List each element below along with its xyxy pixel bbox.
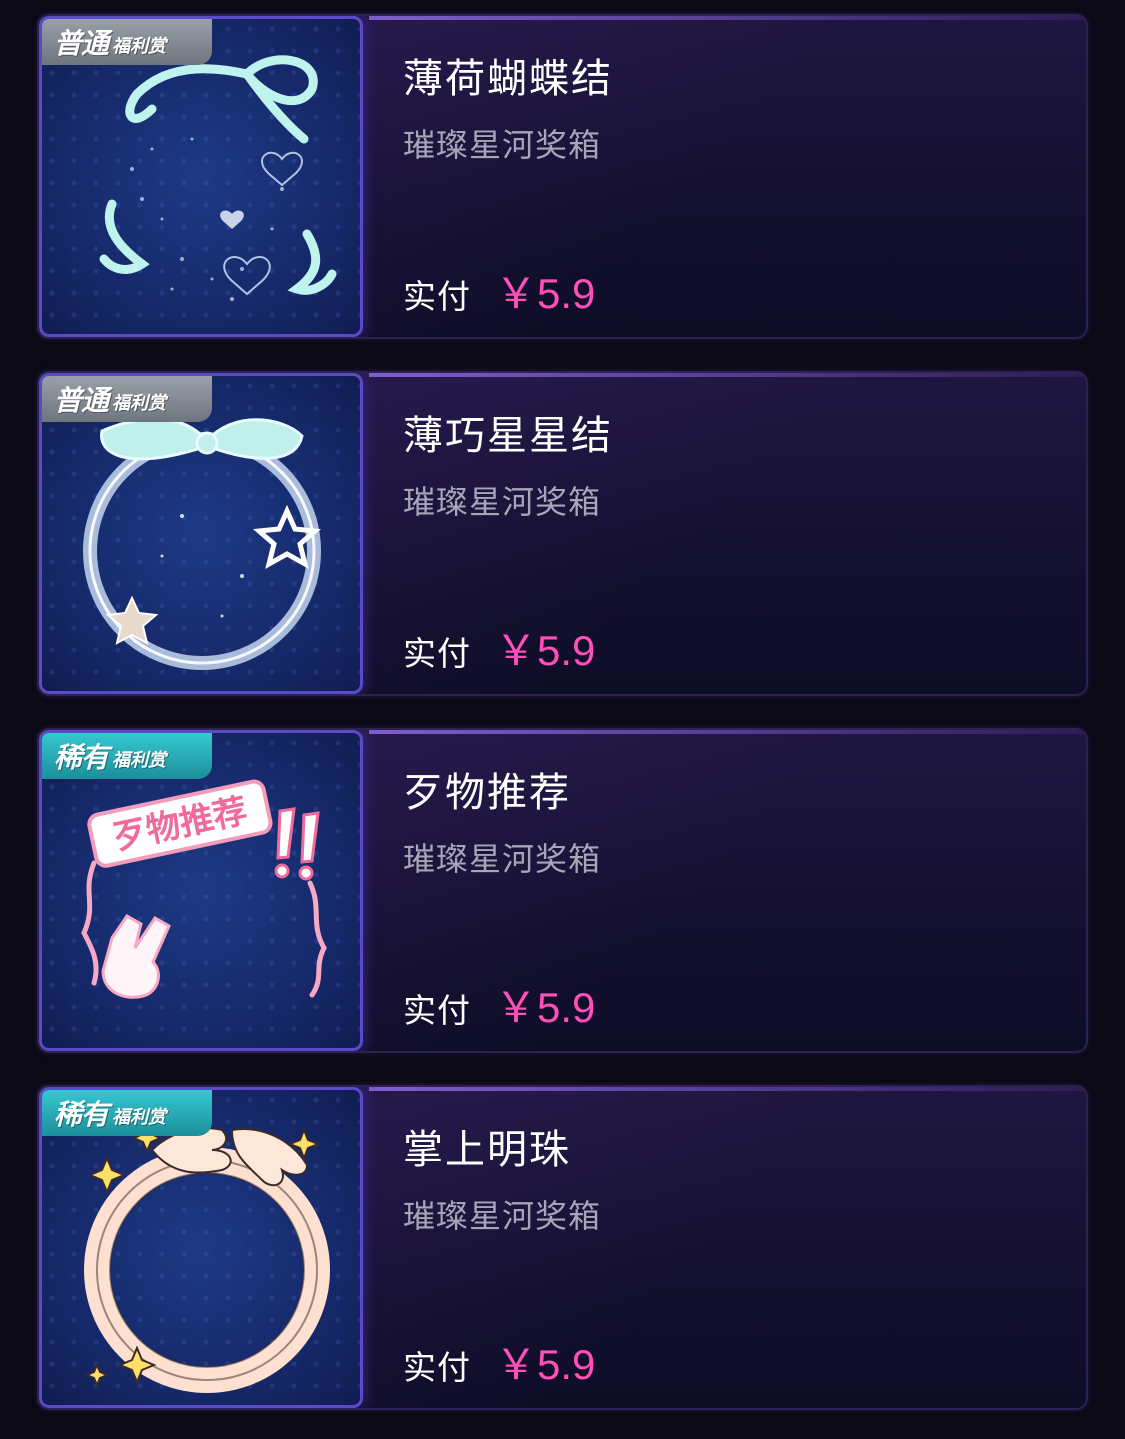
badge-rarity-label: 普通	[54, 384, 109, 417]
price: ￥5.9	[495, 984, 596, 1031]
reward-card[interactable]: 稀有 福利赏 歹物推荐 歹物推荐 璀璨星河奖箱 实付 ￥5.9	[37, 728, 1088, 1053]
payment-row: 实付 ￥5.9	[403, 974, 595, 1035]
rarity-badge: 稀有 福利赏	[42, 1090, 212, 1136]
rarity-badge: 稀有 福利赏	[42, 733, 212, 779]
badge-rarity-label: 普通	[54, 27, 109, 60]
reward-source: 璀璨星河奖箱	[403, 483, 602, 521]
reward-source: 璀璨星河奖箱	[403, 1197, 602, 1235]
reward-info: 薄巧星星结 璀璨星河奖箱 实付 ￥5.9	[403, 373, 1086, 694]
reward-name: 薄荷蝴蝶结	[403, 56, 613, 102]
pay-label: 实付	[403, 277, 471, 316]
reward-info: 薄荷蝴蝶结 璀璨星河奖箱 实付 ￥5.9	[403, 16, 1086, 337]
reward-card[interactable]: 稀有 福利赏 掌上明珠 璀璨星河奖箱 实付 ￥5.9	[37, 1085, 1088, 1410]
reward-info: 掌上明珠 璀璨星河奖箱 实付 ￥5.9	[403, 1087, 1086, 1408]
payment-row: 实付 ￥5.9	[403, 617, 595, 678]
pay-label: 实付	[403, 991, 471, 1030]
badge-type-label: 福利赏	[112, 750, 167, 771]
reward-list: 普通 福利赏 薄荷蝴蝶结 璀璨星河奖箱 实付 ￥5.9 普通 福利赏 薄巧星星结…	[0, 0, 1125, 1439]
price: ￥5.9	[495, 270, 596, 317]
reward-thumbnail[interactable]: 普通 福利赏	[39, 16, 363, 337]
badge-type-label: 福利赏	[112, 393, 167, 414]
reward-name: 掌上明珠	[403, 1127, 571, 1173]
reward-source: 璀璨星河奖箱	[403, 840, 602, 878]
payment-row: 实付 ￥5.9	[403, 260, 595, 321]
pay-label: 实付	[403, 634, 471, 673]
reward-name: 薄巧星星结	[403, 413, 613, 459]
recommend-frame-icon: 歹物推荐	[81, 779, 327, 999]
badge-rarity-label: 稀有	[54, 1098, 109, 1131]
rarity-badge: 普通 福利赏	[42, 19, 212, 65]
badge-rarity-label: 稀有	[54, 741, 109, 774]
ribbon-star-frame-icon	[83, 417, 322, 670]
badge-type-label: 福利赏	[112, 36, 167, 57]
reward-name: 歹物推荐	[403, 770, 571, 816]
rarity-badge: 普通 福利赏	[42, 376, 212, 422]
payment-row: 实付 ￥5.9	[403, 1331, 595, 1392]
reward-thumbnail[interactable]: 稀有 福利赏 歹物推荐	[39, 730, 363, 1051]
reward-thumbnail[interactable]: 普通 福利赏	[39, 373, 363, 694]
reward-thumbnail[interactable]: 稀有 福利赏	[39, 1087, 363, 1408]
hands-ring-frame-icon	[84, 1122, 330, 1393]
reward-card[interactable]: 普通 福利赏 薄巧星星结 璀璨星河奖箱 实付 ￥5.9	[37, 371, 1088, 696]
pay-label: 实付	[403, 1348, 471, 1387]
reward-card[interactable]: 普通 福利赏 薄荷蝴蝶结 璀璨星河奖箱 实付 ￥5.9	[37, 14, 1088, 339]
price: ￥5.9	[495, 627, 596, 674]
price: ￥5.9	[495, 1341, 596, 1388]
reward-info: 歹物推荐 璀璨星河奖箱 实付 ￥5.9	[403, 730, 1086, 1051]
reward-source: 璀璨星河奖箱	[403, 126, 602, 164]
ribbon-heart-frame-icon	[99, 55, 337, 301]
badge-type-label: 福利赏	[112, 1107, 167, 1128]
